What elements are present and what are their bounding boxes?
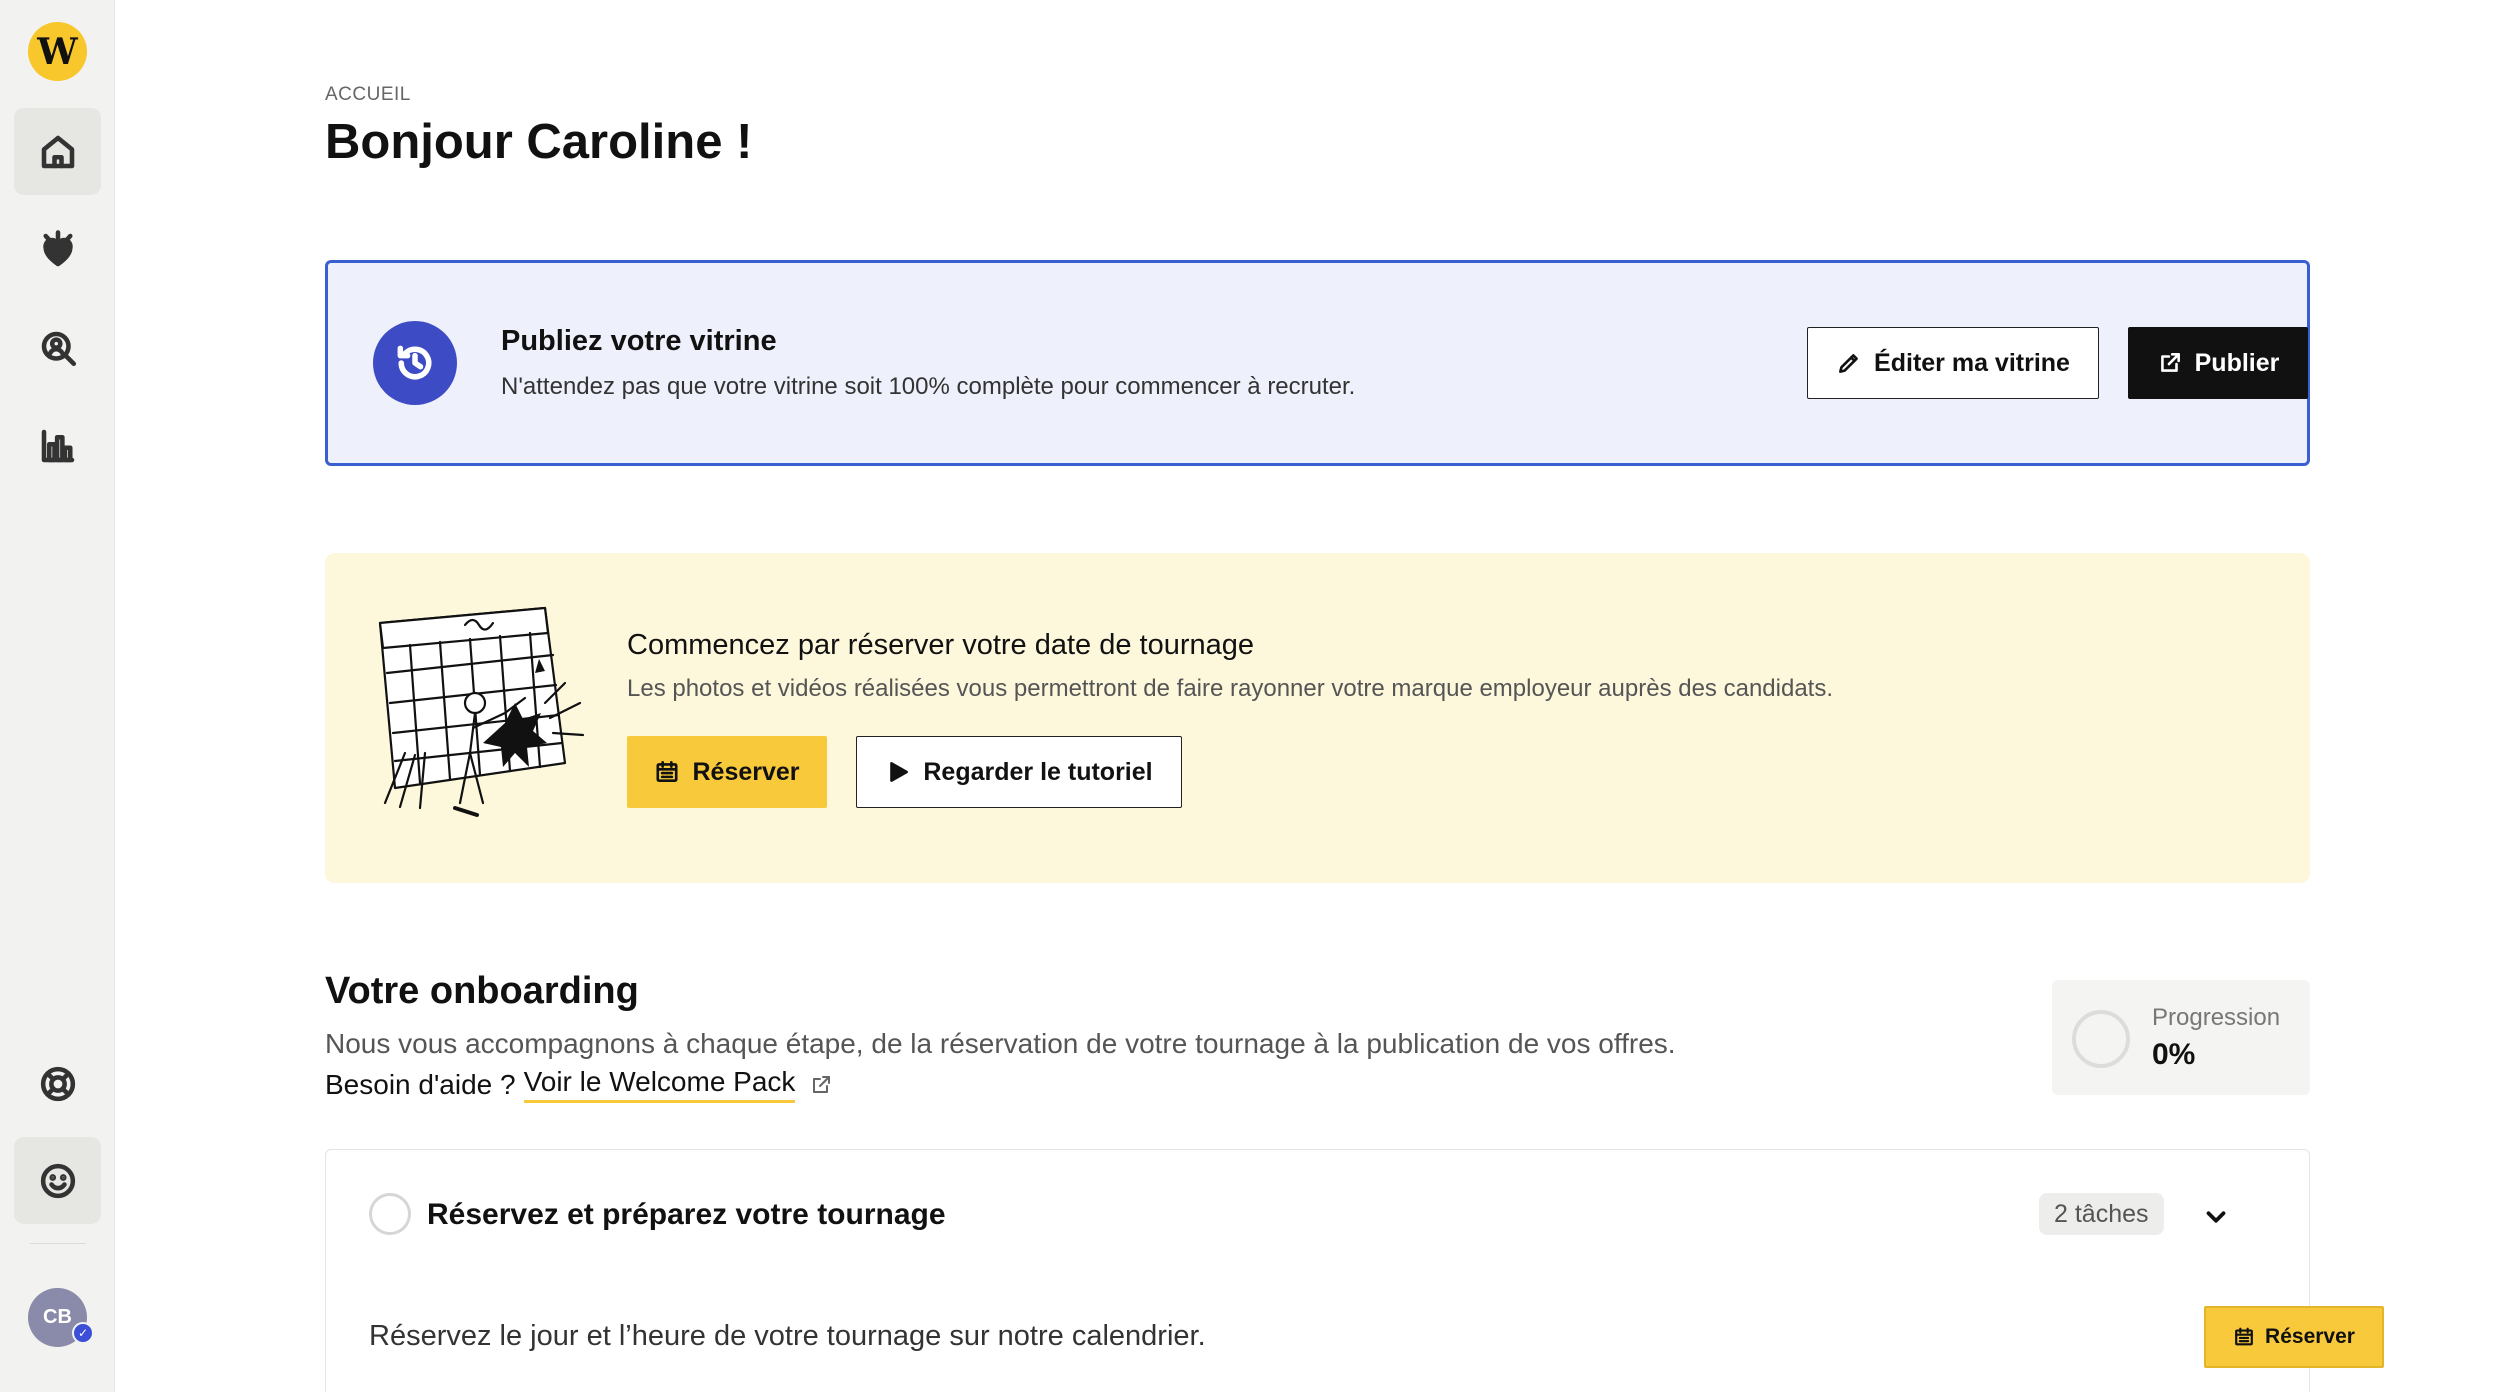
welcome-pack-link[interactable]: Voir le Welcome Pack (523, 1066, 796, 1103)
bar-chart-icon (41, 429, 74, 462)
lifebuoy-icon (40, 1066, 75, 1101)
progress-indicator: Progression 0% (2052, 980, 2310, 1095)
task-group-title[interactable]: Réservez et préparez votre tournage (427, 1198, 946, 1232)
sidebar-item-feedback[interactable] (14, 1137, 101, 1224)
breadcrumb[interactable]: ACCUEIL (325, 84, 411, 106)
reserve-shooting-button[interactable]: Réserver (627, 736, 827, 808)
publish-banner-text: N'attendez pas que votre vitrine soit 10… (501, 373, 1356, 400)
watch-tutorial-label: Regarder le tutoriel (923, 757, 1153, 786)
avatar-badge: ✓ (72, 1322, 94, 1344)
sidebar-divider (30, 1243, 86, 1244)
person-search-icon (41, 331, 76, 366)
chevron-down-icon[interactable] (2201, 1202, 2231, 1232)
task-count-badge: 2 tâches (2039, 1193, 2164, 1235)
reserve-shooting-label: Réserver (692, 757, 800, 786)
onboarding-title: Votre onboarding (325, 970, 639, 1012)
edit-showcase-button[interactable]: Éditer ma vitrine (1807, 327, 2099, 399)
shooting-card-title: Commencez par réserver votre date de tou… (627, 629, 1255, 661)
edit-showcase-label: Éditer ma vitrine (1874, 348, 2070, 377)
publish-banner: Publiez votre vitrine N'attendez pas que… (325, 260, 2310, 466)
home-icon (41, 135, 74, 168)
onboarding-help: Besoin d'aide ? Voir le Welcome Pack (325, 1066, 833, 1103)
task-group-card: Réservez et préparez votre tournage 2 tâ… (325, 1149, 2384, 1392)
play-icon (890, 762, 909, 782)
task-group-checkbox[interactable] (369, 1193, 411, 1235)
sidebar-item-statistics[interactable] (14, 402, 101, 489)
brand-logo[interactable]: W (28, 22, 87, 81)
watch-tutorial-button[interactable]: Regarder le tutoriel (856, 736, 1182, 808)
sidebar-item-help[interactable] (14, 1040, 101, 1127)
main-content: ACCUEIL Bonjour Caroline ! Publiez votre… (115, 0, 2512, 1392)
onboarding-description: Nous vous accompagnons à chaque étape, d… (325, 1028, 1676, 1059)
subtask-reserve-button[interactable]: Réserver (2204, 1306, 2384, 1368)
sidebar-item-favorites[interactable] (14, 206, 101, 293)
smiley-icon (40, 1163, 75, 1198)
sidebar: W CB ✓ (0, 0, 115, 1392)
shooting-card: Commencez par réserver votre date de tou… (325, 553, 2310, 883)
calendar-icon (656, 760, 678, 782)
badge-glyph: ✓ (77, 1326, 89, 1340)
sidebar-item-home[interactable] (14, 108, 101, 195)
help-prefix: Besoin d'aide ? (325, 1068, 516, 1100)
heart-sparkle-icon (42, 229, 73, 266)
external-link-icon (2160, 353, 2180, 372)
app-window: W CB ✓ ACCUEIL Bonjour Caroline ! Publie… (0, 0, 2512, 1392)
publish-button[interactable]: Publier (2128, 327, 2308, 399)
calendar-icon (2235, 1327, 2253, 1346)
calendar-illustration (378, 606, 585, 817)
page-title: Bonjour Caroline ! (325, 115, 753, 169)
avatar-initials: CB (43, 1306, 72, 1328)
progress-ring (2072, 1010, 2130, 1068)
publish-banner-title: Publiez votre vitrine (501, 325, 777, 357)
subtask-reserve-label: Réserver (2265, 1325, 2355, 1348)
history-badge-icon (373, 321, 457, 405)
subtask-text: Réservez le jour et l’heure de votre tou… (369, 1320, 1206, 1352)
sidebar-item-candidates[interactable] (14, 304, 101, 391)
external-link-icon[interactable] (809, 1073, 833, 1097)
brand-logo-letter: W (37, 30, 78, 73)
pencil-icon (1839, 354, 1858, 373)
shooting-card-text: Les photos et vidéos réalisées vous perm… (627, 675, 1833, 702)
progress-label: Progression (2152, 1004, 2281, 1031)
progress-value: 0% (2152, 1038, 2196, 1071)
publish-label: Publier (2194, 348, 2280, 377)
